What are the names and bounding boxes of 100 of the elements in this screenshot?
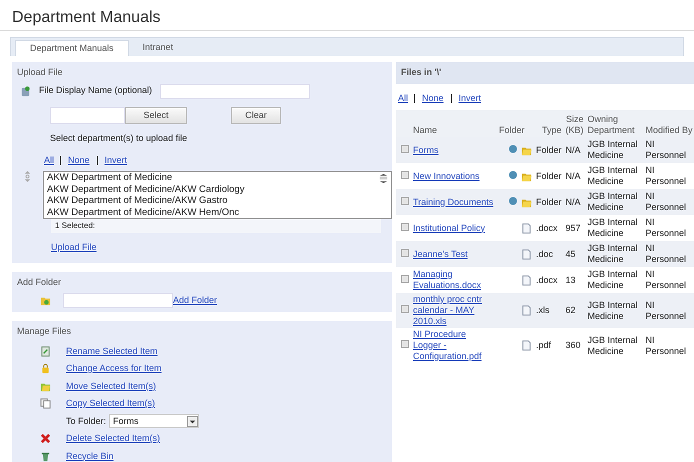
table-cell: 62 [566,305,576,315]
column-header: Folder [497,110,534,137]
section-heading: Add Folder [16,276,62,288]
caret-icon [187,416,198,427]
selected-count: 1 Selected: [51,219,381,233]
table-cell: Folder [536,170,562,180]
action-link[interactable]: Copy Selected Item(s) [66,397,156,410]
table-cell: N/A [566,196,581,206]
file-field[interactable] [50,106,125,124]
table-cell: JGB Internal Medicine [588,191,638,212]
table-cell: NI Personnel [646,165,686,186]
table-cell: N/A [566,144,581,154]
select-link[interactable]: All [398,92,408,102]
checkbox[interactable] [401,144,409,152]
table-cell: JGB Internal Medicine [588,165,638,186]
checkbox[interactable] [401,305,409,313]
table-cell: .pdf [536,340,552,350]
upload-icon [20,86,31,96]
table-cell: JGB Internal Medicine [588,300,638,320]
list-item[interactable]: AKW Department of Medicine/AKW Gastro [44,195,391,206]
section-heading: Manage Files [16,325,72,338]
upload-link[interactable]: Upload File [51,241,97,254]
table-cell: .docx [536,274,558,284]
table-cell: Folder [536,196,562,206]
checkbox[interactable] [401,274,409,282]
add-folder-link[interactable]: Add Folder [173,294,218,308]
table-cell: JGB Internal Medicine [588,139,638,160]
field-label: File Display Name (optional) [39,84,152,98]
prompt-text: Select department(s) to upload file [49,132,188,145]
table-cell: .xls [536,305,550,315]
file-link[interactable]: Managing Evaluations.docx [413,269,495,291]
list-item[interactable]: AKW Department of Medicine/AKW Hem/Onc [44,206,391,218]
checkbox[interactable] [401,170,409,178]
select-link[interactable]: None [422,92,444,102]
table-cell: NI Personnel [646,191,686,212]
lock-icon [40,363,51,374]
table-cell: .docx [536,222,558,232]
action-link[interactable]: Change Access for Item [66,362,162,376]
table-cell: 13 [566,274,576,284]
folder-name-field[interactable] [63,293,173,308]
folder-icon [40,295,51,306]
list-item[interactable]: AKW Department of Medicine [44,172,391,184]
table-cell: JGB Internal Medicine [588,334,638,356]
clear-button[interactable]: Clear [231,106,281,124]
column-header: Size (KB) [564,110,586,137]
table-cell: JGB Internal Medicine [588,217,638,238]
table-cell: 957 [566,222,581,232]
action-link[interactable]: Recycle Bin [66,450,114,462]
panel-heading: Files in '\' [396,62,694,84]
select-button[interactable]: Select [125,106,187,124]
file-link[interactable]: NI Procedure Logger - Configuration.pdf [413,329,495,362]
table-cell: JGB Internal Medicine [588,243,638,264]
table-cell: NI Personnel [646,217,686,238]
table-cell: 45 [566,248,576,258]
checkbox[interactable] [401,248,409,256]
section-heading: Upload File [16,66,64,79]
file-link[interactable]: New Innovations [413,170,495,182]
delete-icon [40,433,51,444]
table-cell: NI Personnel [646,139,686,160]
action-link[interactable]: Delete Selected Item(s) [66,432,160,446]
tab[interactable]: Department Manuals [15,40,129,56]
column-header: Owning Department [586,110,644,137]
status-dot [509,170,517,178]
column-header: Type [534,110,564,137]
action-link[interactable]: Move Selected Item(s) [66,380,156,393]
document-icon [521,340,532,352]
action-link[interactable]: Rename Selected Item [66,344,158,358]
document-icon [40,346,51,357]
field-label: To Folder: [66,414,106,428]
table-cell: .doc [536,248,554,258]
select-link[interactable]: Invert [458,92,482,102]
table-cell: NI Personnel [646,334,686,356]
copy-icon [40,398,51,410]
file-link[interactable]: Institutional Policy [413,222,495,234]
table-cell: NI Personnel [646,300,686,320]
table-cell: NI Personnel [646,269,686,290]
checkbox[interactable] [401,196,409,204]
table-cell: JGB Internal Medicine [588,269,638,290]
status-dot [509,144,517,152]
select-link[interactable]: All [44,154,54,164]
status-dot [509,196,517,204]
document-icon [521,274,532,286]
select-link[interactable]: Invert [104,154,128,164]
folder-dropdown[interactable]: Forms [109,414,200,428]
recycle-bin-icon [40,450,51,462]
table-cell: 360 [566,340,581,350]
window-title: Department Manuals [0,0,694,31]
list-item[interactable]: AKW Department of Medicine/AKW Cardiology [44,184,391,195]
scrollbar-icon [378,173,389,184]
table-cell: NI Personnel [646,243,686,264]
checkbox[interactable] [401,340,409,348]
document-icon [521,222,532,234]
select-link[interactable]: None [68,154,90,164]
file-link[interactable]: monthly proc cntr calendar - MAY 2010.xls [413,294,495,327]
column-header: Modified By [644,110,694,137]
table-cell: N/A [566,170,581,180]
tab[interactable]: Intranet [128,38,188,56]
checkbox[interactable] [401,222,409,230]
name-field[interactable] [160,84,310,98]
reorder-arrows-icon [22,171,33,182]
